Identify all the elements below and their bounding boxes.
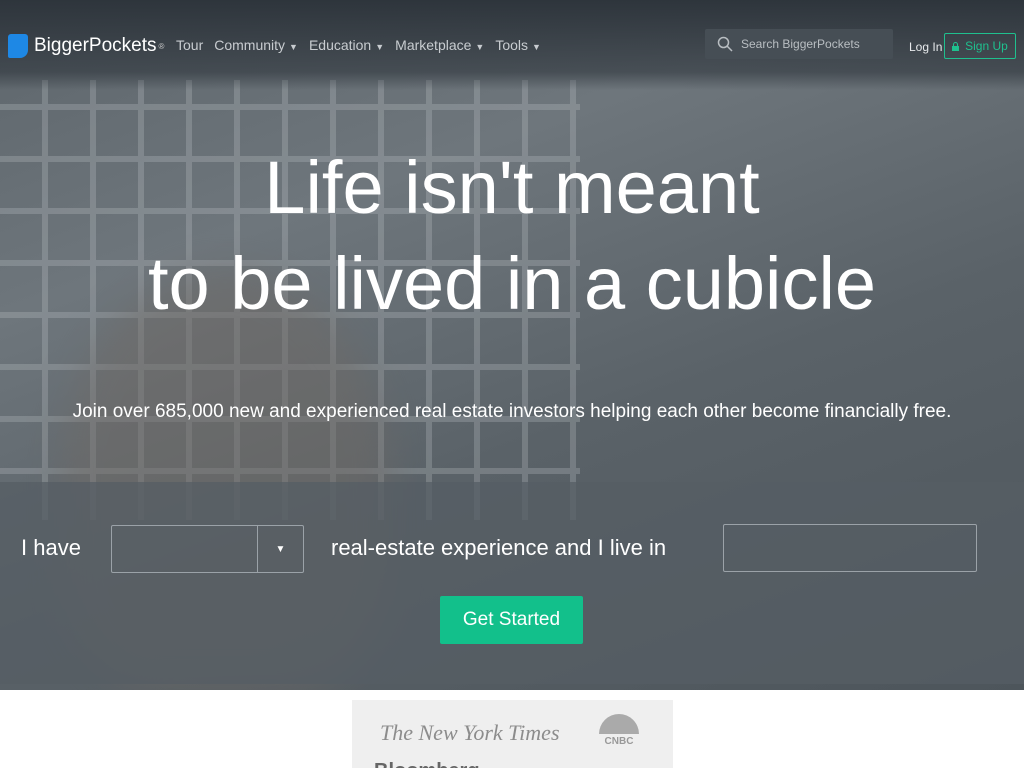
hero-subtitle: Join over 685,000 new and experienced re… <box>72 401 952 422</box>
cnbc-logo: CNBC <box>599 714 639 747</box>
nav-label: Tools <box>495 37 529 53</box>
nav-label: Community <box>214 37 286 53</box>
search-placeholder: Search BiggerPockets <box>741 37 860 51</box>
nyt-logo: The New York Times <box>380 720 560 745</box>
peacock-icon <box>599 714 639 734</box>
brand-name: BiggerPockets <box>34 35 157 56</box>
lock-icon <box>952 41 960 51</box>
get-started-button[interactable]: Get Started <box>440 596 583 644</box>
nav-item-tour[interactable]: Tour <box>176 37 203 53</box>
press-logos: The New York Times CNBC Bloomberg <box>352 700 673 768</box>
caret-down-icon: ▼ <box>532 42 541 52</box>
caret-down-icon: ▼ <box>375 42 385 52</box>
form-label-experience: real-estate experience and I live in <box>331 535 667 560</box>
experience-select[interactable]: ▼ <box>111 525 304 573</box>
nav-item-tools[interactable]: Tools ▼ <box>495 37 541 53</box>
top-nav: BiggerPockets ® Tour Community ▼ Education… <box>0 0 1024 90</box>
chevron-down-icon: ▼ <box>257 526 303 572</box>
registered-mark: ® <box>158 41 165 51</box>
title-line-1: Life isn't meant <box>264 146 760 229</box>
signup-label: Sign Up <box>965 39 1008 53</box>
title-line-2: to be lived in a cubicle <box>147 242 877 325</box>
main-menu: Tour Community ▼ Education ▼ Marketplace ▼ … <box>176 37 541 53</box>
signup-form <box>0 482 1024 684</box>
search-icon <box>717 36 733 52</box>
nav-item-community[interactable]: Community ▼ <box>214 37 298 53</box>
bloomberg-logo: Bloomberg <box>374 760 480 768</box>
nav-label: Marketplace <box>395 37 472 53</box>
login-link[interactable]: Log In <box>909 40 942 54</box>
caret-down-icon: ▼ <box>475 42 485 52</box>
location-input[interactable] <box>723 524 977 572</box>
search-input[interactable]: Search BiggerPockets <box>705 29 893 59</box>
pocket-logo-icon <box>8 34 28 58</box>
brand-logo[interactable]: BiggerPockets ® <box>8 34 164 58</box>
nav-item-marketplace[interactable]: Marketplace ▼ <box>395 37 484 53</box>
nav-item-education[interactable]: Education ▼ <box>309 37 384 53</box>
caret-down-icon: ▼ <box>289 42 298 52</box>
hero-title: Life isn't meant to be lived in a cubicle <box>0 140 1024 332</box>
nav-label: Education <box>308 37 372 53</box>
form-label-i-have: I have <box>21 535 81 560</box>
nav-label: Tour <box>176 37 204 53</box>
hero-section: BiggerPockets ® Tour Community ▼ Education… <box>0 0 1024 690</box>
signup-button[interactable]: Sign Up <box>944 33 1016 59</box>
